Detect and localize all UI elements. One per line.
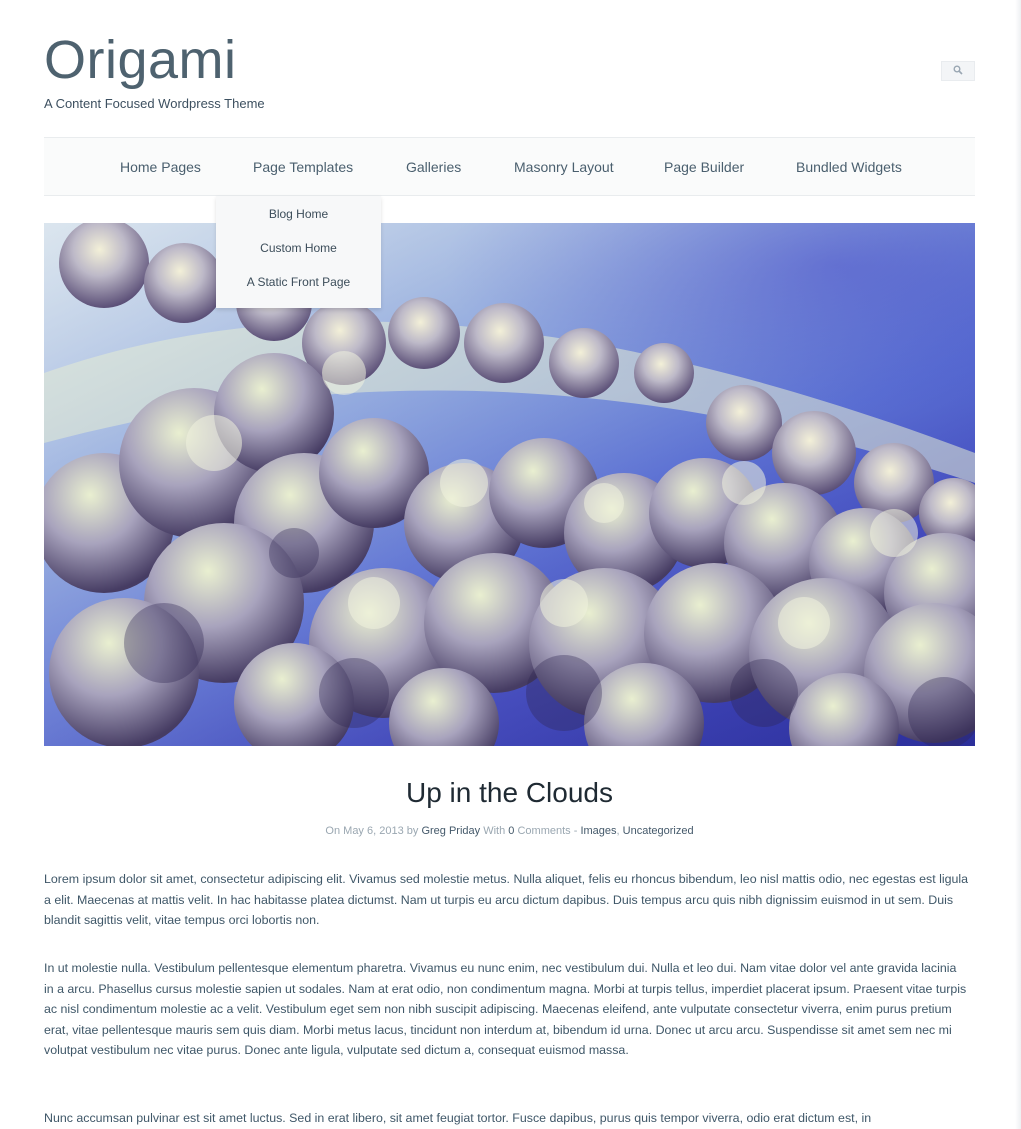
site-tagline: A Content Focused Wordpress Theme <box>44 96 265 111</box>
meta-with-label: With <box>483 825 506 837</box>
meta-author-link[interactable]: Greg Priday <box>421 825 480 837</box>
meta-comments-label: Comments <box>517 825 571 837</box>
site-title[interactable]: Origami <box>44 30 237 90</box>
post-title[interactable]: Up in the Clouds <box>44 777 975 809</box>
featured-image-clouds[interactable] <box>44 223 975 746</box>
meta-category-images[interactable]: Images <box>580 825 616 837</box>
meta-by-label: by <box>406 825 419 837</box>
meta-separator: - <box>573 825 578 837</box>
nav-item-bundled-widgets[interactable]: Bundled Widgets <box>796 138 902 197</box>
main-navigation: Home Pages Page Templates Galleries Maso… <box>44 137 975 196</box>
post-meta: On May 6, 2013 by Greg Priday With 0 Com… <box>44 825 975 837</box>
search-button[interactable] <box>941 61 975 81</box>
nav-item-masonry-layout[interactable]: Masonry Layout <box>514 138 614 197</box>
nav-item-home-pages[interactable]: Home Pages <box>120 138 201 197</box>
meta-category-uncategorized[interactable]: Uncategorized <box>623 825 694 837</box>
meta-on-label: On <box>325 825 341 837</box>
nav-item-page-builder[interactable]: Page Builder <box>664 138 744 197</box>
meta-date: May 6, 2013 <box>343 825 404 837</box>
dropdown-item-static-front-page[interactable]: A Static Front Page <box>216 270 381 304</box>
post-paragraph-1: Lorem ipsum dolor sit amet, consectetur … <box>44 872 969 927</box>
page-edge-shadow <box>1015 0 1021 1129</box>
post-paragraph-3: Nunc accumsan pulvinar est sit amet luct… <box>44 1111 872 1125</box>
meta-comma: , <box>616 825 620 837</box>
post-paragraph-2: In ut molestie nulla. Vestibulum pellent… <box>44 961 967 1057</box>
dropdown-item-blog-home[interactable]: Blog Home <box>216 202 381 236</box>
cloud-illustration <box>44 223 975 746</box>
nav-item-page-templates[interactable]: Page Templates <box>253 138 353 197</box>
search-icon <box>953 62 963 80</box>
page-templates-dropdown: Blog Home Custom Home A Static Front Pag… <box>216 196 381 308</box>
dropdown-item-custom-home[interactable]: Custom Home <box>216 236 381 270</box>
nav-item-galleries[interactable]: Galleries <box>406 138 461 197</box>
meta-comments-count[interactable]: 0 <box>508 825 514 837</box>
